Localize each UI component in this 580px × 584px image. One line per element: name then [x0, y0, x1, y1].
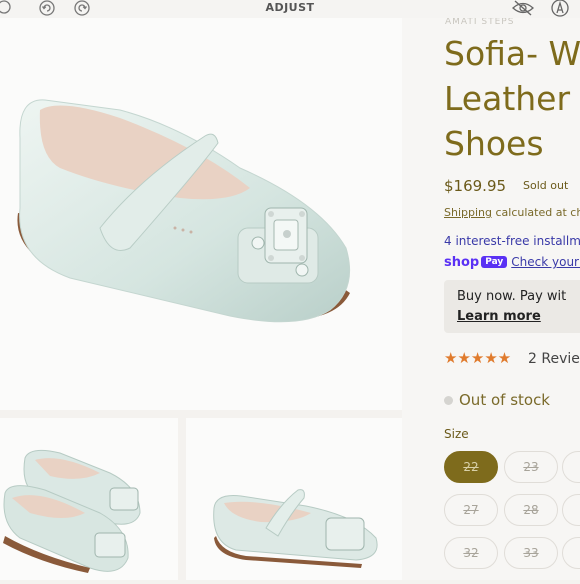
check-purchasing-link[interactable]: Check your pu	[511, 255, 580, 269]
size-label: Size	[444, 427, 469, 441]
thumbnail-1[interactable]	[0, 418, 178, 580]
shoe-pair-thumbnail	[3, 449, 141, 573]
product-price: $169.95	[444, 177, 507, 195]
title-line-1: Sofia- W	[444, 34, 580, 73]
vendor-name: AMATI STEPS	[445, 17, 515, 27]
shoe-thumbnail	[213, 489, 378, 568]
installments-text: 4 interest-free installme	[444, 234, 580, 248]
hide-icon[interactable]	[512, 0, 534, 18]
stock-text: Out of stock	[459, 391, 550, 409]
size-option-partial-2[interactable]	[562, 494, 580, 526]
size-option-27[interactable]: 27	[444, 494, 498, 526]
adjust-title: ADJUST	[265, 1, 315, 14]
sold-out-badge: Sold out	[523, 179, 569, 192]
main-product-image[interactable]	[0, 18, 402, 410]
shipping-link[interactable]: Shipping	[444, 206, 492, 219]
rating-stars-icon: ★★★★★	[444, 349, 512, 367]
thumbnail-2[interactable]	[186, 418, 402, 580]
reviews-link[interactable]: 2 Review	[528, 351, 580, 367]
size-option-33[interactable]: 33	[504, 537, 558, 569]
stock-dot-icon	[444, 396, 453, 405]
title-line-3: Shoes	[444, 124, 544, 163]
buy-now-text: Buy now. Pay wit	[457, 289, 567, 304]
product-info-panel: AMATI STEPS Sofia- W Leather M Shoes $16…	[402, 0, 580, 580]
markup-icon[interactable]	[550, 0, 570, 18]
size-option-partial-3[interactable]	[562, 537, 580, 569]
size-option-28[interactable]: 28	[504, 494, 558, 526]
title-line-2: Leather M	[444, 79, 580, 118]
shop-pay-row: shopPayCheck your pu	[444, 251, 580, 270]
size-option-23[interactable]: 23	[504, 451, 558, 483]
stock-status: Out of stock	[444, 391, 550, 409]
shoe-illustration	[17, 99, 351, 323]
size-option-32[interactable]: 32	[444, 537, 498, 569]
top-toolbar: ADJUST	[0, 0, 580, 18]
pay-badge: Pay	[481, 256, 508, 268]
shop-pay-logo: shop	[444, 255, 480, 270]
shipping-text: calculated at che	[495, 206, 580, 219]
buy-now-pay-later-box: Buy now. Pay wit Learn more	[444, 280, 580, 333]
product-title: Sofia- W Leather M Shoes	[444, 31, 580, 166]
size-option-partial[interactable]	[562, 451, 580, 483]
size-option-22[interactable]: 22	[444, 451, 498, 483]
shipping-note: Shipping calculated at che	[444, 206, 580, 219]
learn-more-link[interactable]: Learn more	[457, 309, 541, 324]
